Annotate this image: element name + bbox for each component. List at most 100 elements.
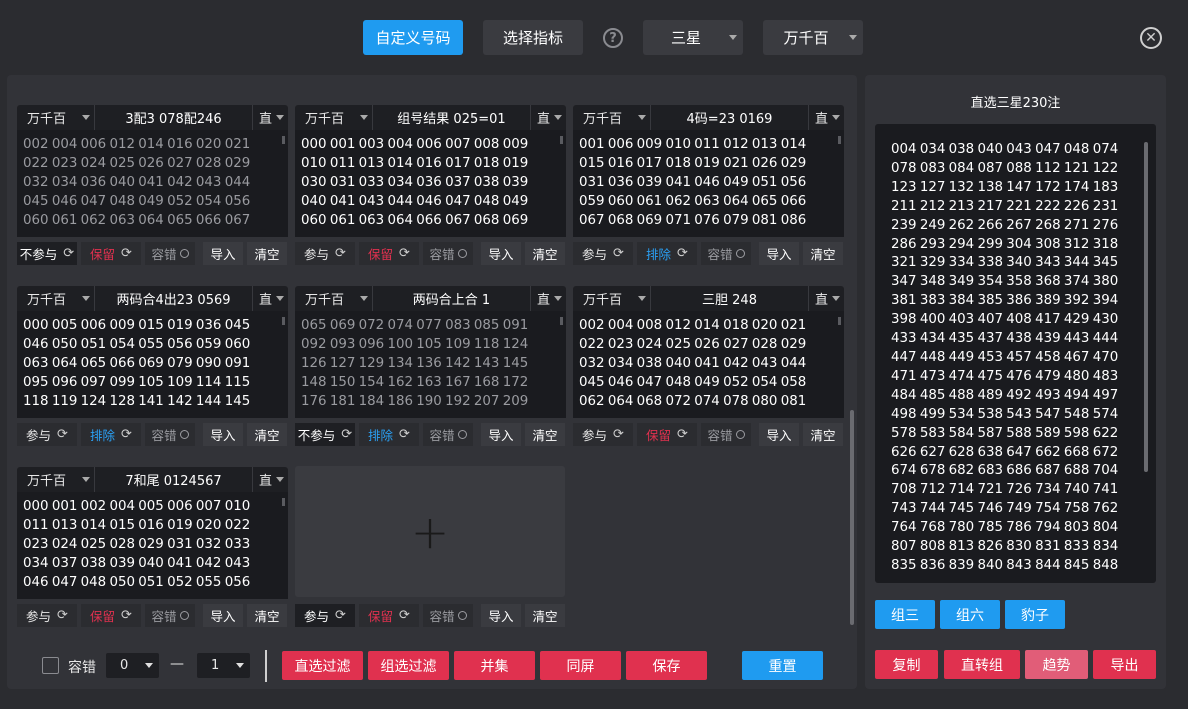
- card-numbers[interactable]: 000 005 006 009 015 019 036 045 046 050 …: [17, 311, 288, 418]
- refresh-icon: ⟳: [399, 427, 410, 442]
- refresh-icon: ⟳: [677, 246, 688, 261]
- union-button[interactable]: 并集: [454, 651, 535, 680]
- leopard-button[interactable]: 豹子: [1005, 600, 1065, 629]
- card-mode-dropdown[interactable]: 直: [530, 105, 566, 130]
- card-numbers-text: 002 004 008 012 014 018 020 021 022 023 …: [579, 318, 807, 409]
- tolerance-from-dropdown[interactable]: 0: [106, 653, 159, 678]
- panel-scrollbar[interactable]: [850, 410, 854, 625]
- card-position-dropdown[interactable]: 万千百: [573, 105, 651, 130]
- card-position-dropdown[interactable]: 万千百: [17, 286, 95, 311]
- position-dropdown[interactable]: 万千百: [763, 20, 863, 55]
- card-scrollbar[interactable]: [282, 317, 285, 325]
- close-icon[interactable]: ✕: [1140, 27, 1162, 49]
- card-scrollbar[interactable]: [560, 317, 563, 325]
- import-button[interactable]: 导入: [759, 242, 799, 265]
- card-mode-dropdown[interactable]: 直: [808, 286, 844, 311]
- participate-toggle[interactable]: 参与 ⟳: [573, 423, 633, 446]
- import-button[interactable]: 导入: [203, 242, 243, 265]
- import-button[interactable]: 导入: [481, 242, 521, 265]
- keep-toggle[interactable]: 保留 ⟳: [637, 423, 697, 446]
- clear-button[interactable]: 清空: [803, 242, 843, 265]
- same-screen-button[interactable]: 同屏: [540, 651, 621, 680]
- card-scrollbar[interactable]: [838, 317, 841, 325]
- card-numbers[interactable]: 002 004 006 012 014 016 020 021 022 023 …: [17, 130, 288, 237]
- keep-toggle[interactable]: 排除 ⟳: [359, 423, 419, 446]
- clear-button[interactable]: 清空: [525, 423, 565, 446]
- tolerance-radio[interactable]: 容错: [423, 242, 473, 265]
- card-scrollbar[interactable]: [282, 136, 285, 144]
- reset-button[interactable]: 重置: [742, 651, 823, 680]
- result-scrollbar[interactable]: [1144, 142, 1148, 472]
- clear-button[interactable]: 清空: [247, 242, 287, 265]
- card-numbers[interactable]: 002 004 008 012 014 018 020 021 022 023 …: [573, 311, 844, 418]
- card-scrollbar[interactable]: [560, 136, 563, 144]
- card-mode-dropdown[interactable]: 直: [252, 467, 288, 492]
- import-button[interactable]: 导入: [203, 604, 243, 627]
- participate-toggle[interactable]: 不参与 ⟳: [17, 242, 77, 265]
- group3-button[interactable]: 组三: [875, 600, 935, 629]
- card-position-dropdown[interactable]: 万千百: [295, 286, 373, 311]
- direct-to-group-button[interactable]: 直转组: [944, 650, 1020, 679]
- tolerance-radio[interactable]: 容错: [423, 423, 473, 446]
- card-numbers[interactable]: 001 006 009 010 011 012 013 014 015 016 …: [573, 130, 844, 237]
- card-numbers[interactable]: 000 001 002 004 005 006 007 010 011 013 …: [17, 492, 288, 599]
- star-type-dropdown[interactable]: 三星: [643, 20, 743, 55]
- participate-toggle[interactable]: 参与 ⟳: [17, 423, 77, 446]
- select-indicator-button[interactable]: 选择指标: [483, 20, 583, 55]
- tolerance-radio[interactable]: 容错: [701, 242, 751, 265]
- card-mode-dropdown[interactable]: 直: [530, 286, 566, 311]
- custom-numbers-button[interactable]: 自定义号码: [363, 20, 463, 55]
- clear-button[interactable]: 清空: [525, 242, 565, 265]
- card-scrollbar[interactable]: [838, 136, 841, 144]
- keep-toggle[interactable]: 保留 ⟳: [81, 604, 141, 627]
- keep-toggle[interactable]: 排除 ⟳: [81, 423, 141, 446]
- participate-toggle[interactable]: 参与 ⟳: [573, 242, 633, 265]
- card-position-dropdown[interactable]: 万千百: [17, 105, 95, 130]
- keep-toggle[interactable]: 排除 ⟳: [637, 242, 697, 265]
- clear-button[interactable]: 清空: [247, 423, 287, 446]
- keep-toggle[interactable]: 保留 ⟳: [359, 604, 419, 627]
- save-button[interactable]: 保存: [626, 651, 707, 680]
- import-button[interactable]: 导入: [481, 423, 521, 446]
- card-scrollbar[interactable]: [282, 498, 285, 506]
- card-position-dropdown[interactable]: 万千百: [295, 105, 373, 130]
- help-icon[interactable]: ?: [603, 28, 623, 48]
- keep-toggle[interactable]: 保留 ⟳: [81, 242, 141, 265]
- tolerance-radio[interactable]: 容错: [145, 423, 195, 446]
- tolerance-checkbox[interactable]: [42, 657, 59, 674]
- card-mode-dropdown[interactable]: 直: [252, 105, 288, 130]
- keep-toggle[interactable]: 保留 ⟳: [359, 242, 419, 265]
- participate-toggle[interactable]: 不参与 ⟳: [295, 423, 355, 446]
- participate-toggle[interactable]: 参与 ⟳: [295, 242, 355, 265]
- card-numbers[interactable]: 000 001 003 004 006 007 008 009 010 011 …: [295, 130, 566, 237]
- copy-button[interactable]: 复制: [875, 650, 938, 679]
- tolerance-radio[interactable]: 容错: [423, 604, 473, 627]
- import-button[interactable]: 导入: [203, 423, 243, 446]
- card-mode-dropdown[interactable]: 直: [252, 286, 288, 311]
- card-numbers[interactable]: 065 069 072 074 077 083 085 091 092 093 …: [295, 311, 566, 418]
- participate-toggle[interactable]: 参与 ⟳: [17, 604, 77, 627]
- export-button[interactable]: 导出: [1093, 650, 1156, 679]
- card-position-dropdown[interactable]: 万千百: [17, 467, 95, 492]
- participate-toggle[interactable]: 参与 ⟳: [295, 604, 355, 627]
- keep-label: 保留: [368, 609, 394, 624]
- card-mode-dropdown[interactable]: 直: [808, 105, 844, 130]
- import-button[interactable]: 导入: [759, 423, 799, 446]
- import-button[interactable]: 导入: [481, 604, 521, 627]
- radio-icon: [457, 249, 467, 258]
- participate-label: 参与: [582, 428, 608, 443]
- clear-button[interactable]: 清空: [525, 604, 565, 627]
- clear-button[interactable]: 清空: [803, 423, 843, 446]
- tolerance-radio[interactable]: 容错: [145, 604, 195, 627]
- tolerance-to-dropdown[interactable]: 1: [197, 653, 250, 678]
- clear-button[interactable]: 清空: [247, 604, 287, 627]
- group6-button[interactable]: 组六: [940, 600, 1000, 629]
- tolerance-radio[interactable]: 容错: [145, 242, 195, 265]
- card-header: 万千百 三胆 248 直: [573, 286, 844, 311]
- card-position-dropdown[interactable]: 万千百: [573, 286, 651, 311]
- trend-button[interactable]: 趋势: [1025, 650, 1088, 679]
- tolerance-radio[interactable]: 容错: [701, 423, 751, 446]
- add-filter-card[interactable]: +: [295, 466, 565, 597]
- group-filter-button[interactable]: 组选过滤: [368, 651, 449, 680]
- direct-filter-button[interactable]: 直选过滤: [282, 651, 363, 680]
